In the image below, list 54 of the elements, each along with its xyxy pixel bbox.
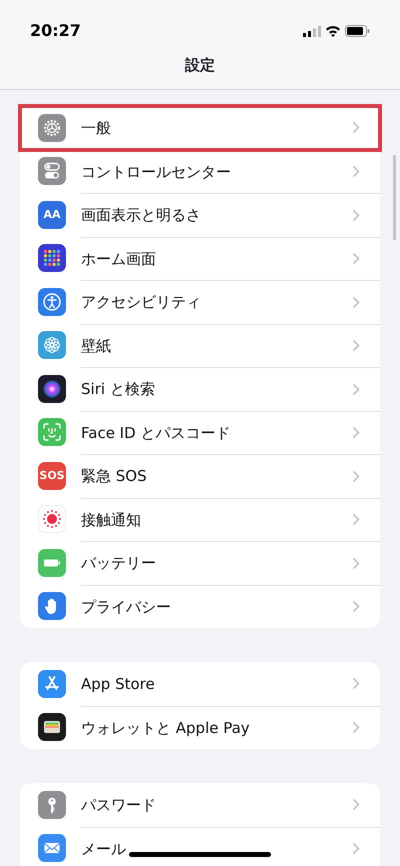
chevron-icon: [352, 208, 360, 222]
chevron-icon: [352, 296, 360, 309]
row-label: バッテリー: [81, 553, 156, 574]
chevron-icon: [352, 252, 360, 266]
settings-row[interactable]: パスワード: [20, 783, 380, 826]
row-label: Siri と検索: [81, 379, 155, 400]
row-label: 一般: [81, 118, 111, 138]
settings-row[interactable]: バッテリー: [20, 541, 380, 584]
row-label: ウォレットと Apple Pay: [81, 718, 250, 738]
row-label: Face ID とパスコード: [81, 422, 230, 444]
chevron-icon: [352, 556, 360, 570]
row-label: App Store: [81, 674, 155, 694]
settings-row[interactable]: 接触通知: [20, 498, 380, 541]
chevron-icon: [352, 470, 360, 483]
page-title: 設定: [184, 55, 216, 76]
settings-row[interactable]: ウォレットと Apple Pay: [20, 706, 380, 749]
highlighted-settings-row[interactable]: 一般: [20, 106, 380, 150]
settings-row[interactable]: コントロールセンター: [20, 150, 380, 193]
app-label-icon: SOS: [38, 462, 66, 490]
settings-row[interactable]: SOS 緊急 SOS: [20, 454, 380, 498]
battery-icon: [345, 25, 370, 37]
settings-row[interactable]: プライバシー: [20, 584, 380, 628]
chevron-icon: [352, 798, 360, 812]
chevron-icon: [352, 842, 360, 856]
chevron-icon: [352, 600, 360, 614]
settings-row[interactable]: アクセシビリティ: [20, 280, 380, 324]
row-label: 画面表示と明るさ: [81, 205, 201, 226]
chevron-icon: [352, 339, 360, 352]
chevron-icon: [352, 721, 360, 734]
app-label-icon: AA: [38, 200, 66, 229]
row-label: メール: [81, 838, 126, 860]
row-label: 壁紙: [81, 336, 111, 356]
wifi-icon: [325, 25, 341, 37]
status-time: 20:27: [30, 20, 81, 42]
settings-row[interactable]: Siri と検索: [20, 367, 380, 410]
row-label: ホーム画面: [81, 248, 156, 270]
row-label: 接触通知: [81, 510, 141, 530]
settings-row[interactable]: ホーム画面: [20, 236, 380, 280]
signal-icon: [303, 26, 321, 36]
chevron-icon: [352, 426, 360, 440]
settings-row[interactable]: 壁紙: [20, 324, 380, 367]
chevron-icon: [352, 513, 360, 526]
chevron-icon: [352, 121, 360, 134]
settings-row[interactable]: AA 画面表示と明るさ: [20, 193, 380, 236]
row-label: 緊急 SOS: [81, 466, 147, 487]
settings-row[interactable]: App Store: [20, 662, 380, 706]
chevron-icon: [352, 382, 360, 396]
settings-row[interactable]: Face ID とパスコード: [20, 410, 380, 454]
row-label: プライバシー: [81, 596, 171, 618]
row-label: アクセシビリティ: [81, 292, 201, 313]
row-label: コントロールセンター: [81, 162, 231, 182]
chevron-icon: [352, 677, 360, 690]
row-label: パスワード: [81, 794, 156, 816]
chevron-icon: [352, 165, 360, 178]
